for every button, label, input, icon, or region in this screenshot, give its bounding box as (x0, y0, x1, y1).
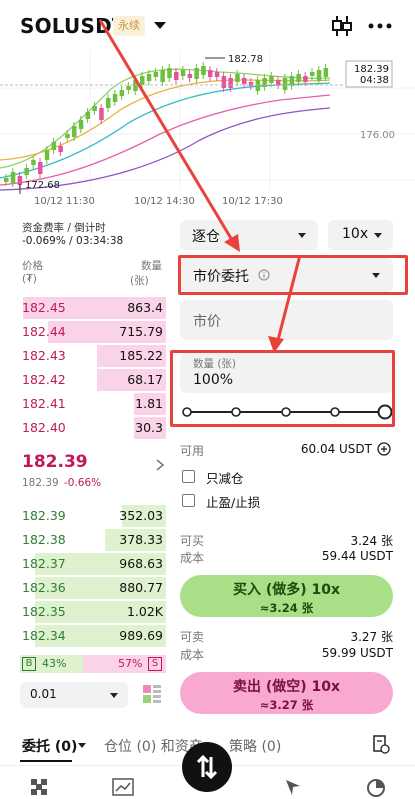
buy-ratio-label: B (22, 657, 36, 671)
bid-row[interactable]: 182.37 968.63 (0, 552, 166, 576)
can-sell-value: 3.27 张 (350, 630, 393, 644)
buy-ratio-value: 43% (42, 657, 67, 670)
buy-cost-value: 59.44 USDT (321, 549, 393, 563)
reduce-only-checkbox[interactable] (182, 470, 195, 483)
book-layout-icon[interactable] (142, 684, 162, 704)
price-change: -0.66% (64, 477, 102, 489)
precision-value: 0.01 (30, 687, 57, 701)
bid-row[interactable]: 182.35 1.02K (0, 600, 166, 624)
row-price: 182.38 (22, 532, 66, 547)
chevron-down-icon (78, 743, 86, 748)
can-buy-label: 可买 (180, 534, 205, 548)
trade-center-button[interactable] (182, 742, 232, 792)
buy-button-outline (177, 572, 396, 620)
can-buy-value: 3.24 张 (350, 534, 393, 548)
can-sell-label: 可卖 (180, 630, 205, 644)
discover-icon[interactable] (284, 778, 302, 798)
row-qty: 880.77 (119, 580, 163, 595)
chevron-down-icon (110, 693, 118, 698)
row-qty: 968.63 (119, 556, 163, 571)
sell-cost-label: 成本 (180, 648, 205, 662)
bid-row[interactable]: 182.39 352.03 (0, 504, 166, 528)
sell-button-sub: ≈3.27 张 (259, 698, 314, 712)
row-price: 182.36 (22, 580, 66, 595)
mark-price: 182.39 (22, 477, 59, 489)
sell-short-button[interactable]: 卖出 (做空) 10x ≈3.27 张 (180, 672, 393, 714)
tab-strategy[interactable]: 策略 (0) (229, 736, 281, 756)
assets-pie-icon[interactable] (366, 778, 386, 798)
sell-ratio-label: S (148, 657, 162, 671)
add-circle-icon[interactable] (377, 442, 391, 456)
available-value: 60.04 USDT (300, 442, 372, 456)
reduce-only-label: 只减仓 (206, 471, 244, 486)
precision-select[interactable]: 0.01 (20, 682, 128, 708)
row-qty: 989.69 (119, 628, 163, 643)
swap-arrows-icon (196, 754, 218, 780)
sell-cost-value: 59.99 USDT (321, 646, 393, 660)
row-price: 182.37 (22, 556, 66, 571)
order-history-icon[interactable] (372, 734, 390, 754)
available-label: 可用 (180, 444, 205, 458)
tp-sl-checkbox[interactable] (182, 494, 195, 507)
row-price: 182.35 (22, 604, 66, 619)
bid-row[interactable]: 182.36 880.77 (0, 576, 166, 600)
chevron-right-icon[interactable] (155, 458, 165, 472)
buy-cost-label: 成本 (180, 551, 205, 565)
active-tab-indicator (20, 760, 72, 762)
last-price: 182.39 (22, 452, 88, 472)
sell-ratio-value: 57% (118, 657, 143, 670)
buy-sell-ratio: B 43% 57% S (20, 655, 166, 673)
bid-row[interactable]: 182.34 989.69 (0, 624, 166, 648)
row-qty: 378.33 (119, 532, 163, 547)
annotation-arrows (98, 19, 302, 353)
tp-sl-label: 止盈/止损 (206, 495, 261, 510)
sell-button-label: 卖出 (做空) 10x (232, 679, 341, 695)
row-price: 182.39 (22, 508, 66, 523)
bid-row[interactable]: 182.38 378.33 (0, 528, 166, 552)
row-qty: 1.02K (126, 604, 163, 619)
market-chart-icon[interactable] (112, 778, 134, 796)
row-qty: 352.03 (119, 508, 163, 523)
row-price: 182.34 (22, 628, 66, 643)
grid-nav-icon[interactable] (30, 778, 48, 796)
tab-orders[interactable]: 委托 (0) (22, 736, 77, 756)
